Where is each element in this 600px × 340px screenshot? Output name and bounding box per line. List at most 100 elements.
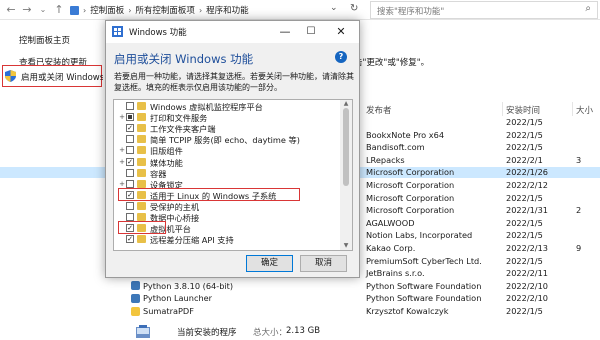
installed-on-cell: 2022/1/5 — [506, 192, 543, 203]
dialog-title: Windows 功能 — [129, 28, 187, 38]
folder-icon — [137, 235, 146, 244]
program-name: Python 3.8.10 (64-bit) — [143, 280, 234, 291]
dialog-heading: 启用或关闭 Windows 功能 — [114, 52, 254, 66]
feature-checkbox[interactable]: ✓ — [126, 157, 134, 166]
feature-item[interactable]: 容器 — [114, 168, 340, 179]
address-dropdown-icon[interactable]: ⌄ — [330, 3, 338, 13]
installed-on-cell: 2022/1/5 — [506, 117, 543, 127]
feature-label: 远程差分压缩 API 支持 — [150, 235, 234, 246]
table-row[interactable]: Python Launcher Python Software Foundatio… — [0, 293, 600, 304]
folder-icon — [137, 201, 146, 210]
publisher-cell: Microsoft Corporation — [366, 180, 455, 190]
windows-features-link[interactable]: 启用或关闭 Windows 功能 — [2, 65, 103, 87]
installed-on-cell: 2022/1/26 — [506, 167, 548, 178]
maximize-icon[interactable]: ☐ — [298, 23, 324, 41]
publisher-cell: BookxNote Pro x64 — [366, 129, 445, 140]
recent-locations-icon[interactable]: ⌄ — [36, 3, 50, 17]
feature-label: 简单 TCPIP 服务(即 echo、daytime 等) — [150, 135, 300, 146]
publisher-cell: Krzysztof Kowalczyk — [366, 306, 449, 316]
folder-icon — [137, 179, 146, 188]
help-icon[interactable]: ? — [335, 51, 347, 63]
program-name: Python Launcher — [143, 293, 213, 304]
feature-checkbox[interactable] — [126, 213, 134, 221]
expand-icon[interactable]: + — [118, 158, 126, 166]
cancel-button[interactable]: 取消 — [300, 255, 347, 272]
installed-on-cell: 2022/2/10 — [506, 293, 548, 304]
folder-icon — [137, 113, 146, 122]
installed-on-cell: 2022/1/5 — [506, 129, 543, 140]
scroll-down-icon[interactable]: ▼ — [342, 242, 350, 250]
column-size[interactable]: 大小 — [576, 104, 593, 116]
feature-item[interactable]: ✓ 远程差分压缩 API 支持 — [114, 234, 340, 245]
scroll-up-icon[interactable]: ▲ — [342, 100, 350, 108]
feature-item[interactable]: + 打印和文件服务 — [114, 112, 340, 123]
chevron-right-icon: › — [198, 5, 203, 15]
control-panel-home-link[interactable]: 控制面板主页 — [19, 34, 70, 46]
feature-label: 旧版组件 — [150, 146, 183, 157]
feature-label: 媒体功能 — [150, 157, 183, 168]
table-row[interactable]: SumatraPDF Krzysztof Kowalczyk 2022/1/5 — [0, 306, 600, 317]
chevron-right-icon: › — [128, 5, 132, 15]
feature-label: Windows 虚拟机监控程序平台 — [150, 102, 263, 112]
feature-checkbox[interactable]: ✓ — [126, 124, 134, 133]
feature-checkbox[interactable] — [126, 201, 134, 210]
folder-icon — [137, 124, 146, 133]
search-input[interactable]: 搜索"程序和功能" ⌕ — [370, 1, 598, 19]
expand-icon[interactable]: + — [118, 146, 126, 154]
feature-item[interactable]: Windows 虚拟机监控程序平台 — [114, 101, 340, 112]
program-name: SumatraPDF — [143, 306, 194, 316]
table-row[interactable]: Python 3.8.10 (64-bit) Python Software Fo… — [0, 281, 600, 292]
breadcrumb: › 控制面板 › 所有控制面板项 › 程序和功能 — [70, 4, 249, 16]
feature-item[interactable]: 受保护的主机 — [114, 201, 340, 212]
scrollbar-thumb[interactable] — [343, 108, 349, 186]
column-publisher[interactable]: 发布者 — [366, 104, 392, 116]
publisher-cell: AGALWOOD — [366, 217, 415, 228]
feature-checkbox[interactable]: ✓ — [126, 235, 134, 244]
chevron-right-icon: › — [83, 5, 87, 15]
status-bar: 当前安装的程序 总大小： 2.13 GB — [131, 323, 600, 340]
address-bar: ← → ⌄ ↑ › 控制面板 › 所有控制面板项 › 程序和功能 ⌄ ↻ 搜索"… — [0, 0, 600, 20]
feature-checkbox[interactable] — [126, 179, 134, 188]
folder-icon — [137, 213, 146, 221]
search-icon: ⌕ — [585, 3, 591, 14]
column-installed-on[interactable]: 安装时间 — [506, 104, 540, 116]
expand-icon[interactable]: + — [118, 113, 126, 121]
up-arrow-icon[interactable]: ↑ — [52, 3, 66, 17]
breadcrumb-item[interactable]: 控制面板 — [90, 4, 124, 16]
search-placeholder: 搜索"程序和功能" — [377, 7, 445, 17]
refresh-icon[interactable]: ↻ — [350, 3, 358, 14]
program-icon — [131, 281, 140, 291]
tree-scrollbar[interactable]: ▲ ▼ — [340, 100, 352, 250]
windows-features-label: 启用或关闭 Windows 功能 — [21, 73, 103, 83]
dialog-titlebar[interactable]: Windows 功能 — ☐ ✕ — [106, 21, 359, 43]
feature-item[interactable]: + 旧版组件 — [114, 145, 340, 156]
highlight-vm-platform — [118, 221, 166, 234]
publisher-cell: Microsoft Corporation — [366, 167, 455, 178]
shield-icon — [5, 70, 16, 82]
breadcrumb-item[interactable]: 程序和功能 — [206, 4, 249, 16]
ok-button[interactable]: 确定 — [246, 255, 293, 272]
publisher-cell: Microsoft Corporation — [366, 192, 455, 203]
feature-label: 容器 — [150, 168, 167, 179]
feature-checkbox[interactable] — [126, 102, 134, 110]
feature-checkbox[interactable] — [126, 168, 134, 177]
installed-on-cell: 2022/1/5 — [506, 142, 543, 153]
close-icon[interactable]: ✕ — [328, 23, 354, 41]
feature-checkbox[interactable] — [126, 146, 134, 155]
column-divider[interactable] — [572, 102, 573, 116]
publisher-cell: LRepacks — [366, 154, 405, 165]
forward-arrow-icon[interactable]: → — [20, 3, 34, 17]
table-header: 发布者 安装时间 大小 — [362, 102, 600, 116]
feature-label: 工作文件夹客户端 — [150, 124, 216, 135]
dialog-description: 若要启用一种功能，请选择其复选框。若要关闭一种功能，请清除其复选框。填充的框表示… — [114, 72, 354, 92]
expand-icon[interactable]: + — [118, 180, 126, 188]
column-divider[interactable] — [502, 102, 503, 116]
feature-checkbox[interactable] — [126, 113, 134, 122]
feature-item[interactable]: 简单 TCPIP 服务(即 echo、daytime 等) — [114, 134, 340, 145]
minimize-icon[interactable]: — — [272, 23, 298, 41]
feature-item[interactable]: + ✓ 媒体功能 — [114, 157, 340, 168]
breadcrumb-item[interactable]: 所有控制面板项 — [135, 4, 195, 16]
feature-checkbox[interactable] — [126, 135, 134, 144]
back-arrow-icon[interactable]: ← — [4, 3, 18, 17]
feature-item[interactable]: ✓ 工作文件夹客户端 — [114, 123, 340, 134]
